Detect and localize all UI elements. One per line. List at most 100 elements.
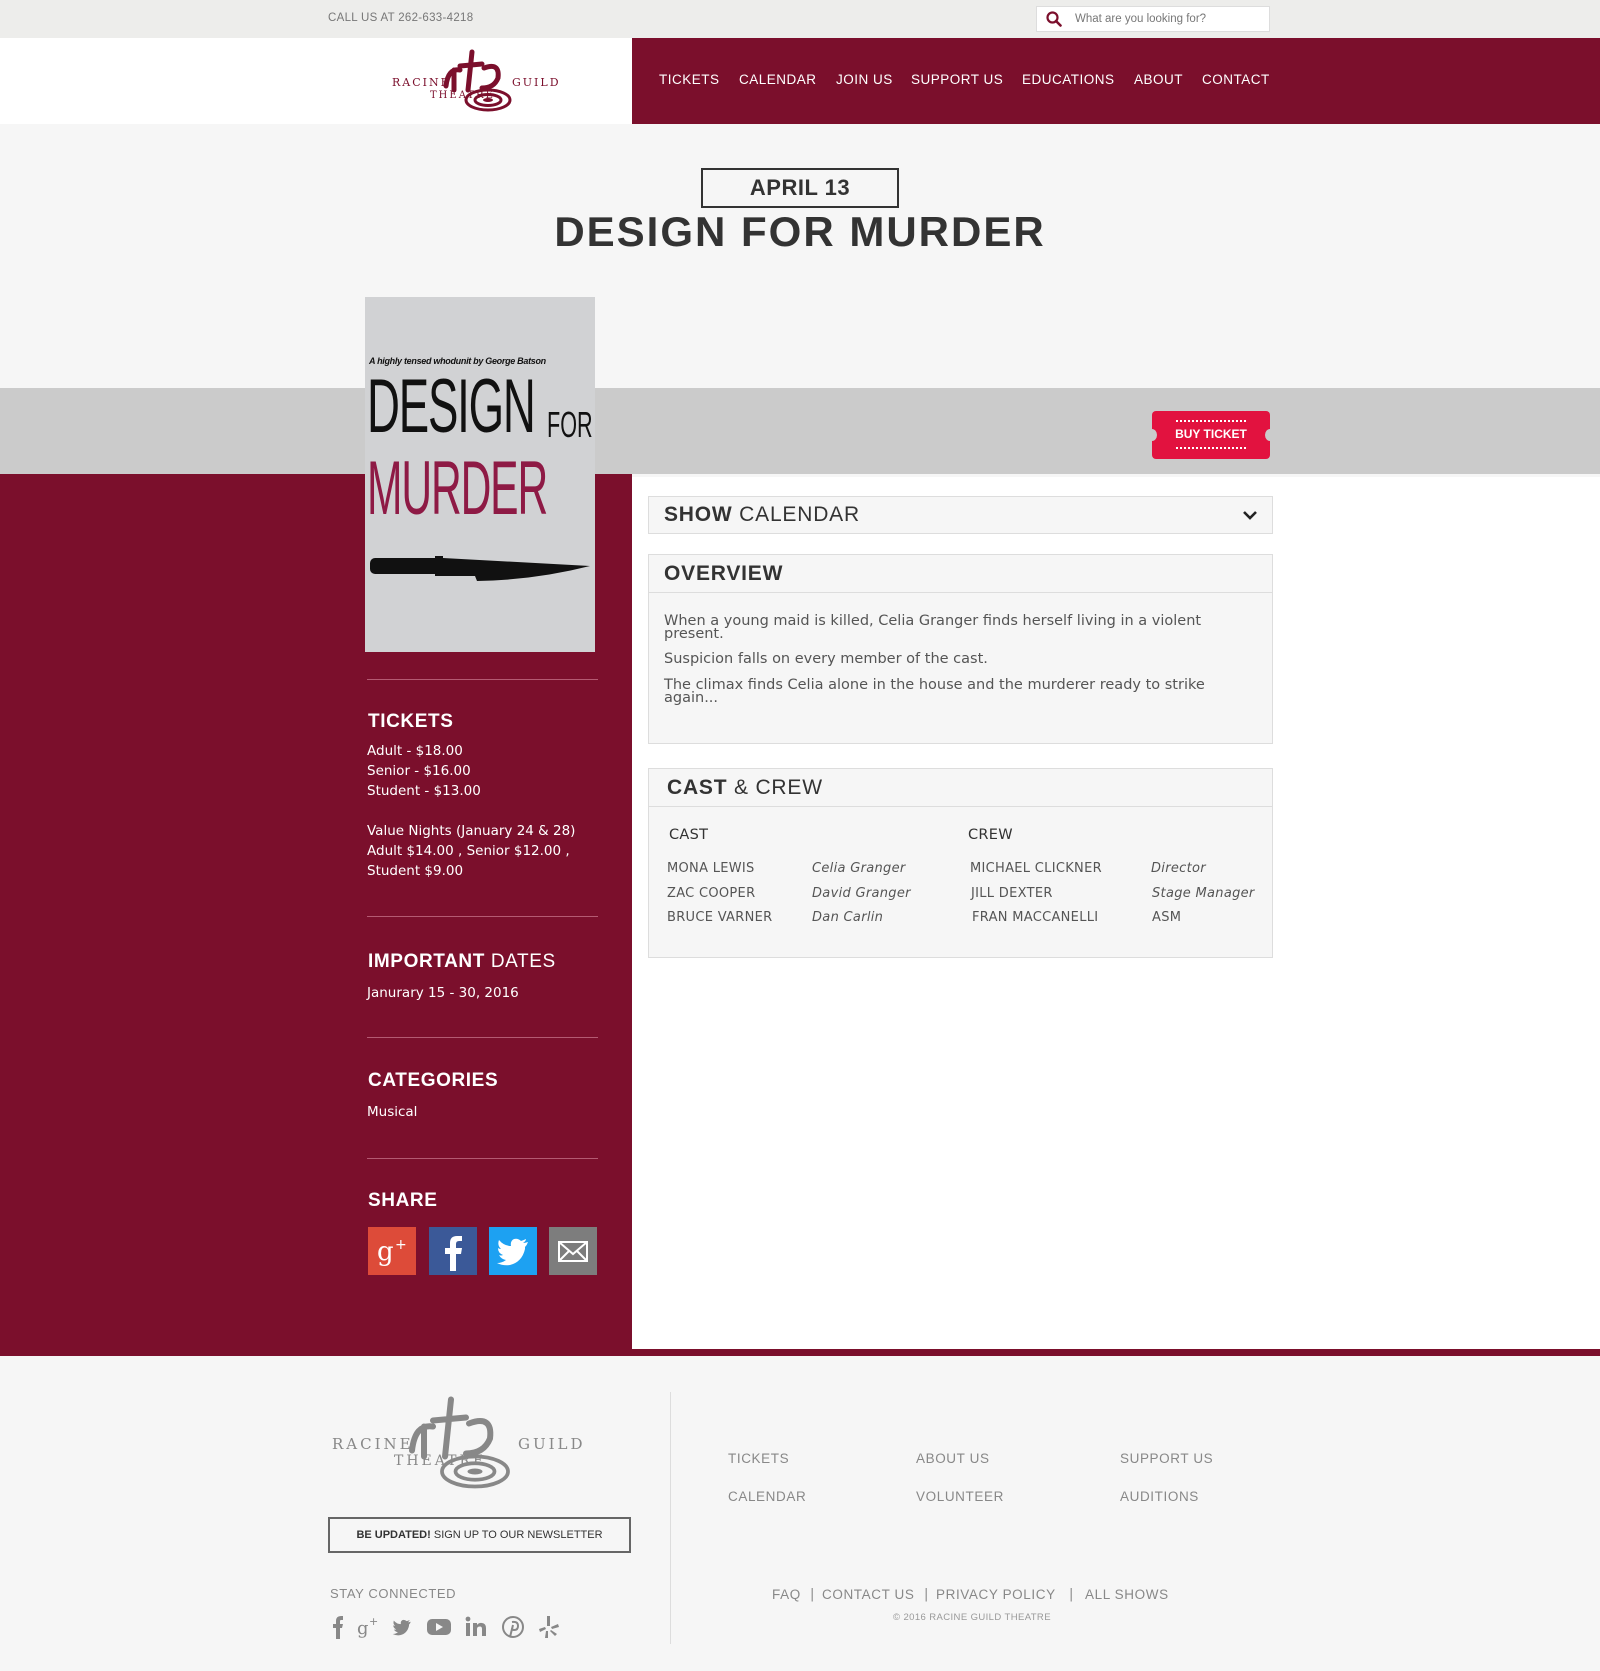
value-nights: Adult $14.00 , Senior $12.00 , — [367, 843, 570, 859]
footer-google-plus-link[interactable]: g + — [355, 1613, 383, 1641]
email-icon — [558, 1241, 588, 1262]
show-calendar-dropdown[interactable]: SHOW CALENDAR — [648, 496, 1273, 534]
ticket-price: Adult - $18.00 — [367, 743, 463, 759]
phone-number: CALL US AT 262-633-4218 — [328, 12, 474, 24]
event-date: APRIL 13 — [701, 168, 899, 208]
ticket-price: Senior - $16.00 — [367, 763, 471, 779]
cast-name: BRUCE VARNER — [667, 910, 773, 925]
share-heading: SHARE — [368, 1190, 438, 1211]
nav-support-us[interactable]: SUPPORT US — [911, 72, 1003, 87]
logo-mark-icon — [443, 49, 512, 112]
search-icon[interactable] — [1046, 11, 1062, 27]
search-placeholder: What are you looking for? — [1075, 13, 1207, 25]
crew-role: Director — [1151, 861, 1206, 876]
sidebar-divider — [367, 916, 598, 917]
youtube-icon — [427, 1619, 451, 1635]
share-twitter-button[interactable] — [489, 1227, 537, 1275]
nav-about[interactable]: ABOUT — [1134, 72, 1183, 87]
overview-heading: OVERVIEW — [649, 555, 1272, 593]
pinterest-icon — [502, 1616, 524, 1638]
facebook-icon — [445, 1236, 462, 1271]
footer-link-auditions[interactable]: AUDITIONS — [1120, 1489, 1199, 1504]
footer-link-faq[interactable]: FAQ — [772, 1587, 801, 1602]
newsletter-rest: SIGN UP TO OUR NEWSLETTER — [430, 1529, 603, 1541]
ticket-dots-top — [1176, 420, 1246, 422]
nav-educations[interactable]: EDUCATIONS — [1022, 72, 1115, 87]
cast-name: ZAC COOPER — [667, 886, 756, 901]
footer-yelp-link[interactable] — [535, 1613, 563, 1641]
crew-label: CREW — [968, 827, 1013, 843]
stay-connected-label: STAY CONNECTED — [330, 1586, 457, 1601]
footer-link-support-us[interactable]: SUPPORT US — [1120, 1451, 1213, 1466]
crew-name: MICHAEL CLICKNER — [970, 861, 1102, 876]
gray-band — [0, 388, 1600, 474]
sidebar-divider — [367, 1158, 598, 1159]
show-calendar-heading: SHOW CALENDAR — [649, 497, 1272, 535]
footer-linkedin-link[interactable] — [462, 1613, 490, 1641]
share-email-button[interactable] — [549, 1227, 597, 1275]
footer-link-all-shows[interactable]: ALL SHOWS — [1085, 1587, 1169, 1602]
footer-facebook-link[interactable] — [324, 1613, 352, 1641]
copyright: © 2016 RACINE GUILD THEATRE — [893, 1612, 1051, 1623]
share-facebook-button[interactable] — [429, 1227, 477, 1275]
yelp-icon — [539, 1616, 559, 1638]
knife-icon — [370, 556, 590, 581]
google-plus-icon: g + — [377, 1237, 407, 1267]
cast-crew-rest: & CREW — [727, 776, 823, 799]
important-dates-heading: IMPORTANT DATES — [368, 951, 556, 973]
overview-paragraph-3: The climax finds Celia alone in the hous… — [664, 677, 1205, 706]
chevron-down-icon[interactable] — [1242, 507, 1258, 523]
poster-design: DESIGN — [367, 364, 536, 449]
nav-tickets[interactable]: TICKETS — [659, 72, 720, 87]
footer-youtube-link[interactable] — [425, 1613, 453, 1641]
twitter-icon — [497, 1238, 528, 1266]
nav-join-us[interactable]: JOIN US — [836, 72, 893, 87]
ticket-notch-left — [1147, 429, 1157, 441]
logo-word-guild: GUILD — [512, 76, 561, 89]
crew-role: Stage Manager — [1152, 886, 1255, 901]
footer-link-separator: | — [810, 1587, 815, 1602]
poster-murder: MURDER — [367, 446, 548, 531]
footer-pinterest-link[interactable] — [499, 1613, 527, 1641]
footer-link-about-us[interactable]: ABOUT US — [916, 1451, 990, 1466]
main-nav: TICKETS CALENDAR JOIN US SUPPORT US EDUC… — [632, 38, 1600, 124]
ticket-price: Student - $13.00 — [367, 783, 481, 799]
footer-link-privacy-policy[interactable]: PRIVACY POLICY — [936, 1587, 1056, 1602]
cast-label: CAST — [669, 827, 709, 843]
cast-name: MONA LEWIS — [667, 861, 755, 876]
footer-link-separator: | — [924, 1587, 929, 1602]
twitter-icon — [392, 1619, 411, 1636]
search-input[interactable]: What are you looking for? — [1036, 6, 1270, 32]
google-plus-icon: g + — [357, 1615, 378, 1639]
cast-role: Celia Granger — [812, 861, 906, 876]
footer-twitter-link[interactable] — [388, 1613, 416, 1641]
newsletter-signup-button[interactable]: BE UPDATED! SIGN UP TO OUR NEWSLETTER — [328, 1517, 631, 1553]
important-dates-bold: IMPORTANT — [368, 951, 485, 972]
svg-text:+: + — [395, 1237, 407, 1253]
nav-calendar[interactable]: CALENDAR — [739, 72, 817, 87]
svg-text:g: g — [357, 1618, 369, 1639]
page-title: DESIGN FOR MURDER — [554, 208, 1046, 255]
cast-crew-heading: CAST & CREW — [649, 769, 1272, 807]
footer-logo[interactable]: RACINE GUILD THEATRE — [330, 1393, 590, 1493]
footer-link-volunteer[interactable]: VOLUNTEER — [916, 1489, 1004, 1504]
overview-paragraph-1: When a young maid is killed, Celia Grang… — [664, 613, 1202, 642]
sidebar-divider — [367, 679, 598, 680]
footer-link-tickets[interactable]: TICKETS — [728, 1451, 789, 1466]
footer-divider — [0, 1349, 1600, 1356]
buy-ticket-label: BUY TICKET — [1175, 427, 1247, 441]
buy-ticket-button[interactable]: BUY TICKET — [1147, 411, 1275, 459]
tickets-heading: TICKETS — [368, 711, 454, 732]
footer-link-calendar[interactable]: CALENDAR — [728, 1489, 806, 1504]
nav-contact[interactable]: CONTACT — [1202, 72, 1270, 87]
site-logo[interactable]: RACINE GUILD THEATRE — [390, 48, 560, 114]
footer-link-contact-us[interactable]: CONTACT US — [822, 1587, 915, 1602]
header-logo-area: RACINE GUILD THEATRE — [0, 38, 632, 124]
footer-link-separator: | — [1069, 1587, 1074, 1602]
show-calendar-rest: CALENDAR — [732, 503, 860, 526]
poster-for: FOR — [547, 404, 593, 445]
share-google-plus-button[interactable]: g + — [368, 1227, 416, 1275]
svg-text:+: + — [369, 1615, 378, 1628]
crew-name: FRAN MACCANELLI — [972, 910, 1099, 925]
newsletter-bold: BE UPDATED! — [356, 1529, 431, 1541]
